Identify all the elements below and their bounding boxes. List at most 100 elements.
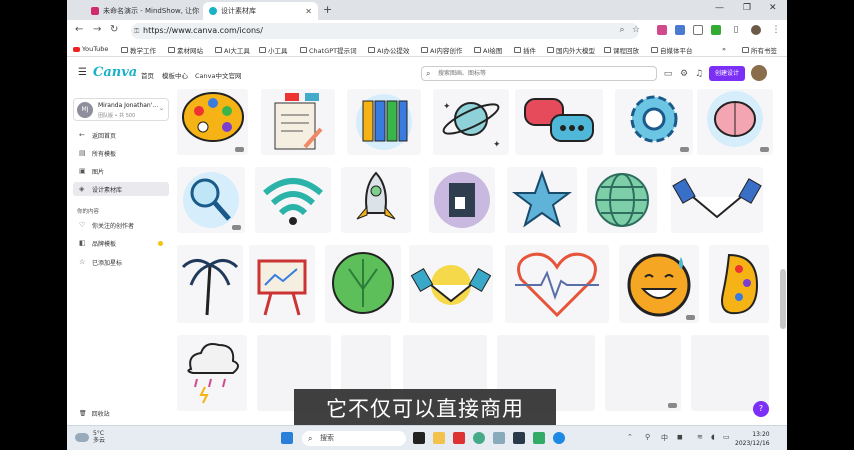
forward-icon[interactable]: → — [93, 24, 101, 35]
bookmark-folder[interactable]: 素材网站 — [168, 45, 203, 55]
icon-card[interactable] — [177, 335, 247, 411]
sidepanel-icon[interactable]: ▯ — [731, 25, 741, 35]
sidebar-item-home[interactable]: ← 返回首页 — [73, 128, 169, 142]
weather-widget[interactable]: 5°C 多云 — [75, 430, 105, 444]
avatar[interactable] — [751, 65, 767, 81]
tab-canva[interactable]: 设计素材库 ✕ — [203, 2, 318, 20]
app-tray-icon[interactable]: ◼ — [677, 433, 683, 441]
icon-card[interactable] — [347, 89, 421, 155]
bookmark-folder[interactable]: 所有书签 — [742, 45, 777, 55]
windows-start-icon[interactable] — [281, 432, 293, 444]
window-close-icon[interactable]: ✕ — [769, 3, 777, 13]
extension-icon[interactable] — [675, 25, 685, 35]
scrollbar[interactable] — [780, 269, 786, 329]
sidebar-item-starred[interactable]: ☆ 已添加星标 — [73, 255, 169, 269]
sidebar-item-trash[interactable]: 🗑 回收站 — [79, 409, 110, 418]
icon-card[interactable] — [691, 335, 769, 411]
new-tab-icon[interactable]: + — [323, 3, 332, 16]
bookmark-folder[interactable]: AI内容创作 — [421, 45, 462, 55]
minimize-icon[interactable]: — — [715, 3, 724, 13]
gear-icon[interactable]: ⚙ — [679, 69, 689, 79]
edge-icon[interactable] — [553, 432, 565, 444]
sidebar-item-creators[interactable]: ♡ 你关注的创作者 — [73, 218, 169, 232]
help-button[interactable]: ? — [753, 401, 769, 417]
bookmark-folder[interactable]: 教学工作 — [121, 45, 156, 55]
app-icon[interactable] — [513, 432, 525, 444]
icon-card[interactable] — [177, 89, 248, 155]
icon-card[interactable] — [177, 245, 243, 323]
bookmark-folder[interactable]: AI办公提效 — [368, 45, 409, 55]
wifi-icon[interactable]: ≋ — [697, 433, 703, 441]
chrome-icon[interactable] — [473, 432, 485, 444]
extension-icon[interactable] — [693, 25, 703, 35]
bookmark-folder[interactable]: 国内外大模型 — [547, 45, 595, 55]
reload-icon[interactable]: ↻ — [110, 24, 118, 35]
icon-card[interactable] — [249, 245, 315, 323]
icon-card[interactable] — [429, 167, 495, 233]
icon-card[interactable] — [255, 167, 331, 233]
monitor-icon[interactable]: ▭ — [663, 69, 673, 79]
icon-card[interactable] — [515, 89, 603, 155]
bookmark-youtube[interactable]: YouTube — [73, 45, 108, 53]
icon-card[interactable] — [341, 167, 411, 233]
file-explorer-icon[interactable] — [433, 432, 445, 444]
nav-templates[interactable]: 模板中心 — [162, 70, 188, 80]
chevron-right-icon[interactable]: » — [722, 45, 726, 53]
icon-card[interactable] — [409, 245, 493, 323]
icon-card[interactable] — [261, 89, 335, 155]
bell-icon[interactable]: ♫ — [694, 69, 704, 79]
sidebar-item-brand[interactable]: ◧ 品牌模板 — [73, 236, 169, 250]
account-switcher[interactable]: MJ Miranda Jonathan'... 团队版 • 共 500 ⌄ — [73, 98, 169, 121]
wps-icon[interactable] — [453, 432, 465, 444]
taskbar-search[interactable]: ⌕ 搜索 — [302, 431, 406, 446]
icon-card[interactable] — [605, 335, 681, 411]
bookmark-folder[interactable]: 课程回放 — [604, 45, 639, 55]
icon-card[interactable] — [697, 89, 773, 155]
icon-card[interactable] — [505, 245, 609, 323]
zoom-icon[interactable]: ⌕ — [617, 25, 627, 35]
extension-icon[interactable] — [657, 25, 667, 35]
bookmark-folder[interactable]: AI绘图 — [474, 45, 502, 55]
icon-card[interactable] — [177, 167, 245, 233]
lang-icon[interactable]: 中 — [661, 433, 668, 443]
icon-card[interactable] — [507, 167, 577, 233]
canva-logo[interactable]: Canva — [93, 65, 137, 80]
close-icon[interactable]: ✕ — [305, 7, 312, 16]
bookmark-star-icon[interactable]: ☆ — [631, 25, 641, 35]
back-icon[interactable]: ← — [75, 24, 83, 35]
bookmark-folder[interactable]: AI大工具 — [215, 45, 250, 55]
icon-card[interactable] — [615, 89, 693, 155]
app-icon[interactable] — [493, 432, 505, 444]
bookmark-folder[interactable]: 插件 — [514, 45, 536, 55]
chevron-up-icon[interactable]: ⌃ — [627, 433, 633, 441]
bookmark-folder[interactable]: ChatGPT提示词 — [300, 45, 357, 55]
icon-card[interactable] — [325, 245, 401, 323]
icon-card[interactable] — [619, 245, 699, 323]
app-icon[interactable] — [533, 432, 545, 444]
icon-card[interactable]: ✦ ✦ — [433, 89, 509, 155]
battery-icon[interactable]: ▭ — [723, 433, 730, 441]
volume-icon[interactable]: ◖ — [711, 433, 715, 441]
icon-card[interactable] — [671, 167, 763, 233]
address-bar[interactable]: ⚿ https://www.canva.com/icons/ — [131, 23, 639, 39]
icon-card[interactable] — [709, 245, 769, 323]
mic-icon[interactable]: ⚲ — [645, 433, 650, 441]
extension-icon[interactable] — [711, 25, 721, 35]
tab-mindshow[interactable]: 未命名演示 - MindShow, 让你 ✕ — [85, 2, 201, 20]
sidebar-item-templates[interactable]: ▤ 所有模板 — [73, 146, 169, 160]
icon-card[interactable] — [587, 167, 657, 233]
task-view-icon[interactable] — [413, 432, 425, 444]
bookmark-folder[interactable]: 自媒体平台 — [651, 45, 693, 55]
search-input[interactable]: ⌕ 搜索图画、图标等 — [421, 66, 657, 81]
maximize-icon[interactable]: ❐ — [743, 3, 751, 13]
hamburger-icon[interactable]: ☰ — [78, 67, 87, 78]
bookmark-folder[interactable]: 小工具 — [259, 45, 288, 55]
nav-official[interactable]: Canva中文官网 — [195, 70, 241, 80]
more-icon[interactable]: ⋮ — [771, 25, 781, 35]
create-design-button[interactable]: 创建设计 — [709, 66, 745, 81]
sidebar-item-photos[interactable]: ▣ 图片 — [73, 164, 169, 178]
clock[interactable]: 13:20 2023/12/16 — [735, 430, 770, 448]
sidebar-item-elements[interactable]: ◈ 设计素材库 — [73, 182, 169, 196]
nav-home[interactable]: 首页 — [141, 70, 154, 80]
profile-icon[interactable] — [751, 25, 761, 35]
